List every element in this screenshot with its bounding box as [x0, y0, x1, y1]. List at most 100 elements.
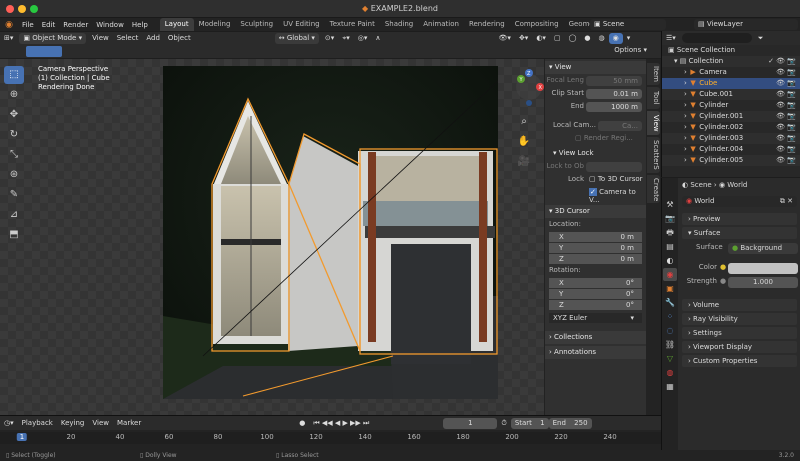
- xray-icon[interactable]: ▢: [550, 33, 565, 44]
- surface-shader-field[interactable]: ● Background: [728, 243, 798, 254]
- menu-select[interactable]: Select: [113, 33, 143, 44]
- outliner-item-cylinder-003[interactable]: › ▼ Cylinder.003 👁 📷: [662, 133, 800, 144]
- frame-end-field[interactable]: End 250: [548, 417, 592, 429]
- view-layer-props-icon[interactable]: ▤: [663, 240, 677, 253]
- cursor-z-field[interactable]: Z0 m: [549, 254, 642, 264]
- outliner-item-cylinder-004[interactable]: › ▼ Cylinder.004 👁 📷: [662, 144, 800, 155]
- object-props-icon[interactable]: ▣: [663, 282, 677, 295]
- selection-mode-buttons[interactable]: [26, 46, 62, 57]
- menu-render[interactable]: Render: [59, 21, 92, 29]
- move-icon[interactable]: ✥: [4, 106, 24, 124]
- mode-dropdown[interactable]: ▣ Object Mode ▾: [19, 33, 87, 44]
- visibility-toggle-icon[interactable]: 👁 📷: [776, 155, 796, 166]
- tab-tool[interactable]: Tool: [647, 87, 660, 109]
- orientation-dropdown[interactable]: ↔ Global ▾: [274, 33, 319, 44]
- modifier-props-icon[interactable]: 🔧: [663, 296, 677, 309]
- options-button[interactable]: Options ▾: [614, 46, 647, 54]
- local-camera-field[interactable]: Ca...: [598, 121, 642, 131]
- visibility-icon[interactable]: 👁▾: [495, 33, 515, 44]
- outliner-item-cylinder[interactable]: › ▼ Cylinder 👁 📷: [662, 100, 800, 111]
- lock-to-object-field[interactable]: [586, 162, 642, 172]
- shading-wireframe-icon[interactable]: ◯: [565, 33, 581, 44]
- visibility-toggle-icon[interactable]: 👁 📷: [776, 89, 796, 100]
- pan-hand-icon[interactable]: ✋: [514, 133, 534, 151]
- axis-gizmo-icon[interactable]: Z X Y: [514, 65, 544, 111]
- tab-modeling[interactable]: Modeling: [194, 18, 236, 31]
- camera-view-icon[interactable]: 🎥: [514, 153, 534, 171]
- visibility-toggle-icon[interactable]: 👁 📷: [776, 67, 796, 78]
- outliner-search-input[interactable]: [681, 33, 752, 43]
- ray-visibility-panel-header[interactable]: › Ray Visibility: [682, 313, 797, 325]
- timeline-ruler[interactable]: 1 20 40 60 80 100 120 140 160 180 200 22…: [0, 432, 661, 444]
- cursor-rot-y-field[interactable]: Y 0°: [549, 289, 642, 299]
- tab-rendering[interactable]: Rendering: [464, 18, 510, 31]
- tab-view[interactable]: View: [647, 111, 660, 135]
- tab-compositing[interactable]: Compositing: [510, 18, 564, 31]
- annotations-section-header[interactable]: › Annotations: [545, 346, 646, 359]
- pivot-icon[interactable]: ⊙▾: [321, 33, 338, 44]
- color-swatch[interactable]: [728, 263, 798, 274]
- scale-icon[interactable]: ⤡: [4, 146, 24, 164]
- tool-props-icon[interactable]: ⚒: [663, 198, 677, 211]
- output-props-icon[interactable]: 🖶: [663, 226, 677, 239]
- volume-panel-header[interactable]: › Volume: [682, 299, 797, 311]
- clock-icon[interactable]: ◷▾: [0, 418, 18, 429]
- settings-panel-header[interactable]: › Settings: [682, 327, 797, 339]
- tab-scatter[interactable]: ScatterS: [647, 137, 660, 173]
- view-lock-header[interactable]: ▾ View Lock: [545, 147, 646, 160]
- world-props-icon[interactable]: ◉: [663, 268, 677, 281]
- editor-type-icon[interactable]: ⊞▾: [0, 33, 17, 44]
- texture-props-icon[interactable]: ▦: [663, 380, 677, 393]
- menu-help[interactable]: Help: [128, 21, 152, 29]
- 3d-viewport[interactable]: Camera Perspective (1) Collection | Cube…: [0, 59, 544, 415]
- playback-controls[interactable]: ⏮ ◀◀ ◀ ▶ ▶▶ ⏭: [309, 418, 373, 429]
- custom-properties-panel-header[interactable]: › Custom Properties: [682, 355, 797, 367]
- physics-props-icon[interactable]: ◌: [663, 324, 677, 337]
- to-3d-cursor-checkbox[interactable]: ▢ To 3D Cursor: [589, 175, 643, 183]
- material-props-icon[interactable]: ◍: [663, 366, 677, 379]
- blender-logo-icon[interactable]: ◉: [0, 20, 18, 30]
- add-cube-icon[interactable]: ⬒: [4, 226, 24, 244]
- visibility-toggle-icon[interactable]: 👁 📷: [776, 122, 796, 133]
- tab-layout[interactable]: Layout: [159, 18, 194, 31]
- measure-icon[interactable]: ⊿: [4, 206, 24, 224]
- tab-shading[interactable]: Shading: [380, 18, 418, 31]
- rotate-icon[interactable]: ↻: [4, 126, 24, 144]
- transform-icon[interactable]: ⊛: [4, 166, 24, 184]
- render-region-checkbox[interactable]: ▢ Render Regi...: [575, 134, 633, 142]
- datablock-buttons[interactable]: ⧉ ✕: [780, 196, 793, 207]
- preview-panel-header[interactable]: › Preview: [682, 213, 797, 225]
- focal-length-field[interactable]: 50 mm: [586, 76, 642, 86]
- select-box-icon[interactable]: ⬚: [4, 66, 24, 84]
- render-props-icon[interactable]: 📷: [663, 212, 677, 225]
- view-layer-selector[interactable]: ▤ ViewLayer: [694, 19, 798, 30]
- camera-to-view-checkbox[interactable]: ✓ Camera to V...: [589, 188, 646, 204]
- world-datablock-field[interactable]: ◉ World ⧉ ✕: [682, 196, 797, 207]
- shading-solid-icon[interactable]: ●: [580, 33, 594, 44]
- cursor-icon[interactable]: ⊕: [4, 86, 24, 104]
- constraints-props-icon[interactable]: ⛓: [663, 338, 677, 351]
- proportional-edit-icon[interactable]: ◎▾: [354, 33, 372, 44]
- playhead[interactable]: 1: [16, 433, 28, 441]
- outliner-item-cube-001[interactable]: › ▼ Cube.001 👁 📷: [662, 89, 800, 100]
- outliner-item-cylinder-005[interactable]: › ▼ Cylinder.005 👁 📷: [662, 155, 800, 166]
- menu-edit[interactable]: Edit: [38, 21, 60, 29]
- visibility-toggle-icon[interactable]: 👁 📷: [776, 133, 796, 144]
- particles-props-icon[interactable]: ⁘: [663, 310, 677, 323]
- scene-props-icon[interactable]: ◐: [663, 254, 677, 267]
- viewport-display-panel-header[interactable]: › Viewport Display: [682, 341, 797, 353]
- outliner-item-camera[interactable]: › ▶ Camera 👁 📷: [662, 67, 800, 78]
- surface-panel-header[interactable]: ▾ Surface: [682, 227, 797, 239]
- shading-options-icon[interactable]: ▾: [623, 33, 635, 44]
- outliner-type-icon[interactable]: ☰▾: [666, 34, 676, 42]
- frame-start-field[interactable]: Start 1: [510, 417, 549, 429]
- visibility-toggle-icon[interactable]: 👁 📷: [776, 100, 796, 111]
- current-frame-field[interactable]: 1: [443, 417, 498, 429]
- menu-view[interactable]: View: [88, 33, 113, 44]
- color-socket-icon[interactable]: ●: [720, 263, 726, 271]
- visibility-toggle-icon[interactable]: 👁 📷: [776, 111, 796, 122]
- outliner-item-cylinder-001[interactable]: › ▼ Cylinder.001 👁 📷: [662, 111, 800, 122]
- tab-animation[interactable]: Animation: [418, 18, 464, 31]
- collections-section-header[interactable]: › Collections: [545, 331, 646, 344]
- menu-window[interactable]: Window: [92, 21, 128, 29]
